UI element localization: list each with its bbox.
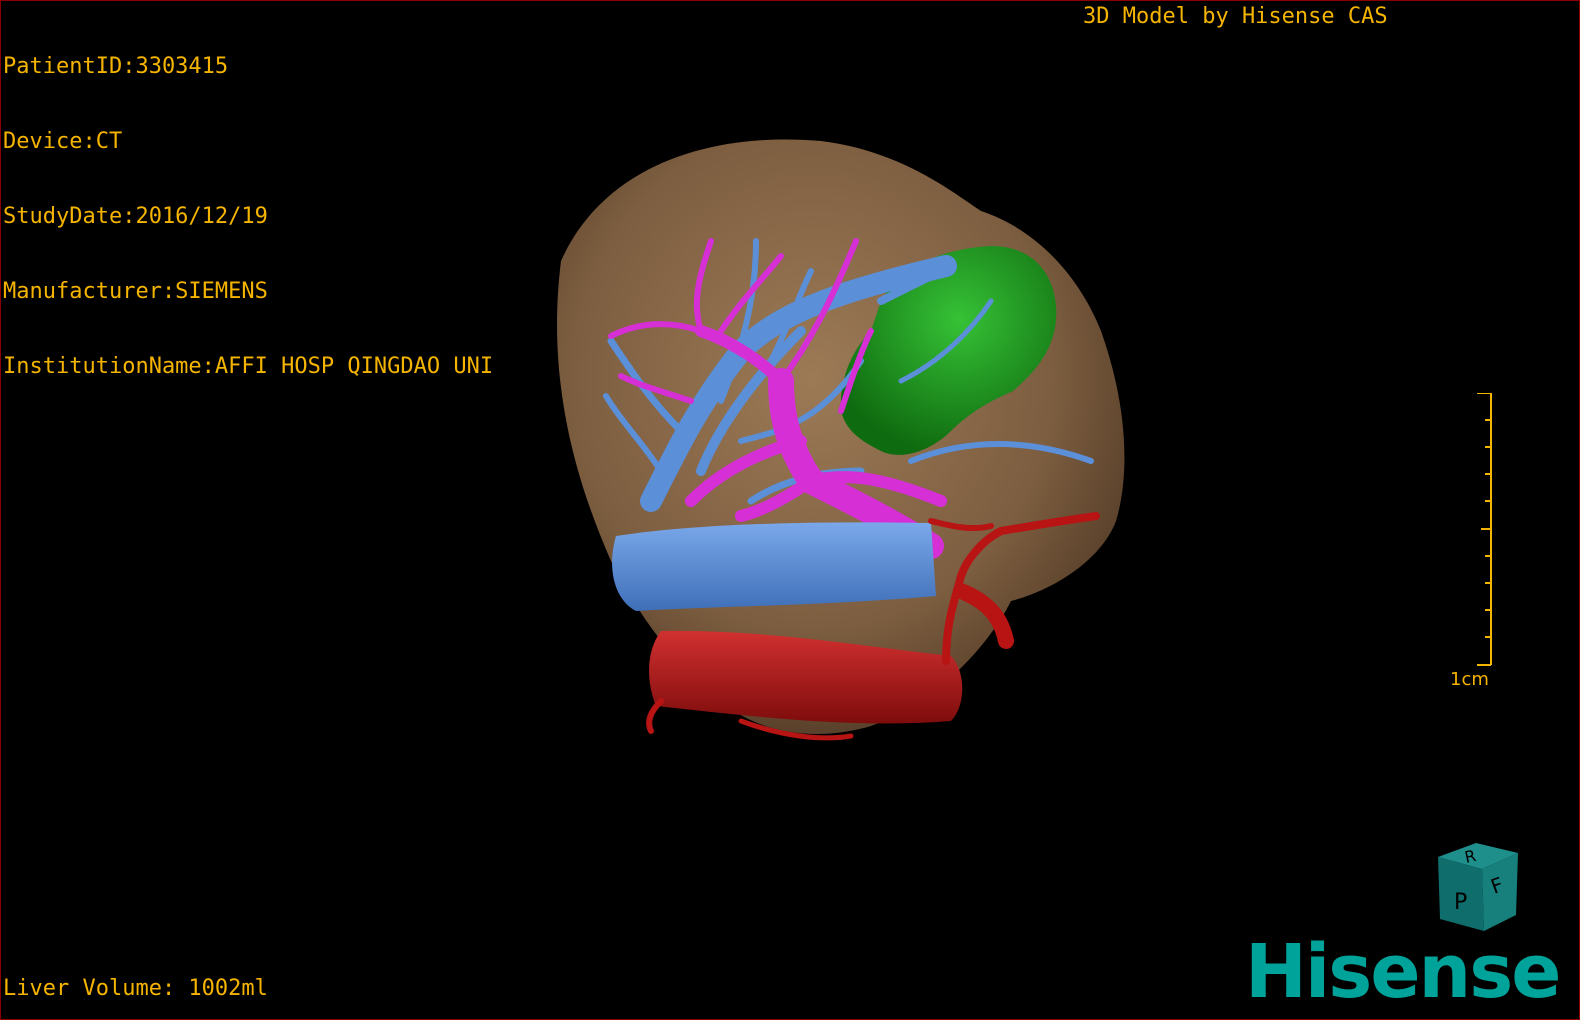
orientation-cube-icon[interactable]: R F P xyxy=(1426,839,1526,939)
liver-3d-model[interactable] xyxy=(1,1,1579,1019)
scale-bar-icon xyxy=(1477,393,1492,666)
3d-viewport[interactable]: PatientID:3303415 Device:CT StudyDate:20… xyxy=(0,0,1580,1020)
scale-bar-label: 1cm xyxy=(1450,669,1489,690)
inferior-vena-cava xyxy=(612,522,936,611)
cube-face-p: P xyxy=(1454,890,1467,915)
brand-name: Hisense xyxy=(1245,929,1561,1015)
hisense-logo-icon: Hisense xyxy=(1245,929,1561,1015)
